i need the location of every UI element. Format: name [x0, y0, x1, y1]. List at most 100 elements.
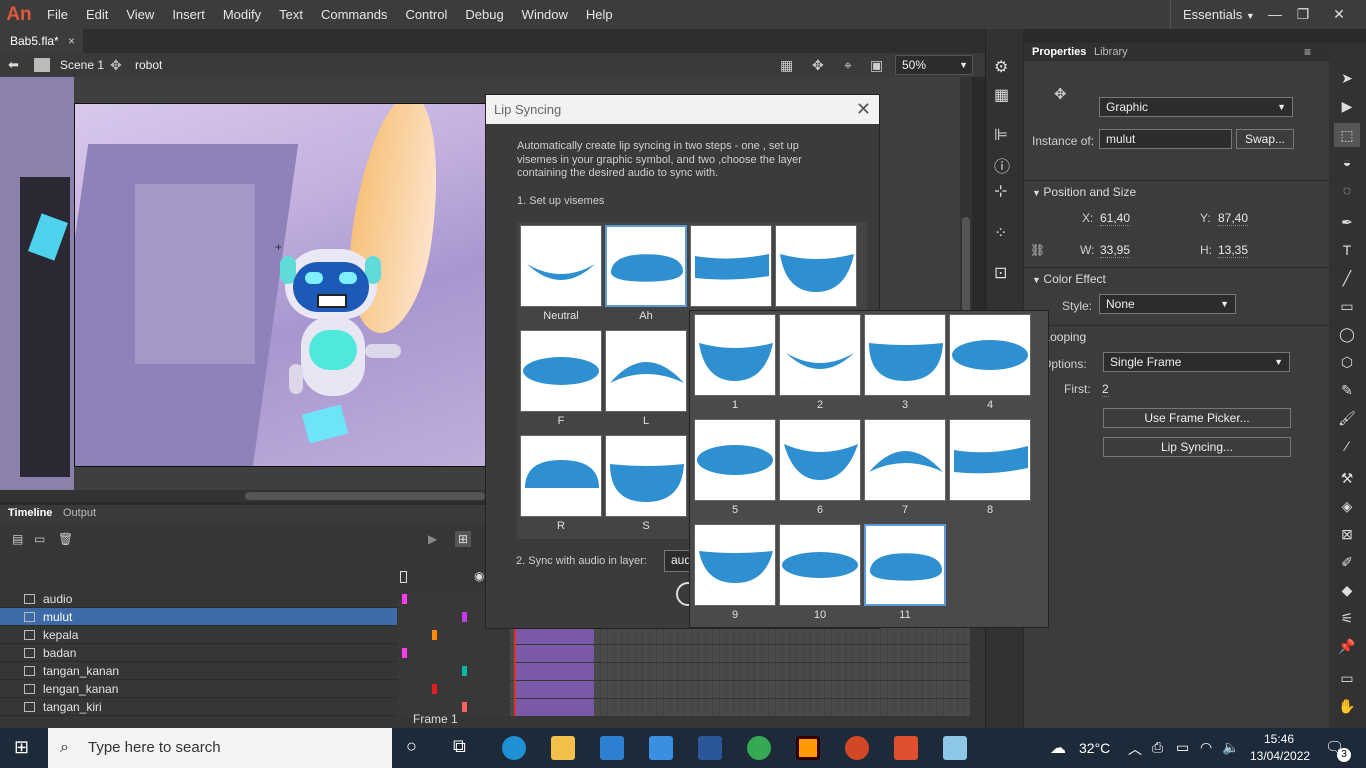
temperature[interactable]: 32°C — [1079, 740, 1110, 756]
windows-start-icon[interactable]: ⊞ — [14, 737, 29, 758]
w-value[interactable]: 33,95 — [1100, 243, 1131, 258]
rectangle-tool-icon[interactable]: ▭ — [1338, 297, 1356, 315]
layer-row-tangan-kanan[interactable]: tangan_kanan — [0, 662, 397, 680]
width-tool-icon[interactable]: ⚟ — [1338, 609, 1356, 627]
volume-icon[interactable]: 🔈 — [1222, 739, 1239, 756]
3d-rotation-tool-icon[interactable]: ◒ — [1338, 153, 1356, 171]
frame-thumb[interactable] — [949, 314, 1031, 396]
eye-icon[interactable]: ◉ — [474, 569, 484, 583]
transform-icon[interactable]: ⊹ — [994, 181, 1007, 201]
viseme-slot[interactable] — [775, 225, 857, 307]
animate-icon[interactable] — [894, 736, 918, 760]
layer-row-badan[interactable]: badan — [0, 644, 397, 662]
stage-hscroll-thumb[interactable] — [245, 492, 485, 500]
clock-time[interactable]: 15:46 — [1264, 732, 1294, 746]
color-effect-header[interactable]: ▼ Color Effect — [1032, 272, 1106, 286]
frame-row[interactable] — [510, 663, 970, 680]
menu-edit[interactable]: Edit — [77, 0, 117, 29]
symbol-type-select[interactable]: Graphic ▼ — [1099, 97, 1293, 117]
store-icon[interactable] — [600, 736, 624, 760]
layer-row-mulut[interactable]: mulut — [0, 608, 397, 626]
new-layer-icon[interactable]: ▤ — [12, 532, 23, 546]
subselection-tool-icon[interactable]: ▶ — [1338, 97, 1356, 115]
brush-tool-icon[interactable]: ⁄ — [1338, 437, 1356, 455]
frame-thumb[interactable] — [694, 524, 776, 606]
menu-insert[interactable]: Insert — [163, 0, 214, 29]
frame-thumb[interactable] — [694, 314, 776, 396]
eraser-tool-icon[interactable]: ◆ — [1338, 581, 1356, 599]
wifi-icon[interactable]: ◠ — [1200, 739, 1212, 756]
close-tab-icon[interactable]: × — [68, 34, 75, 48]
frame-thumb[interactable] — [864, 314, 946, 396]
layer-row-lengan-kanan[interactable]: lengan_kanan — [0, 680, 397, 698]
viseme-s[interactable] — [605, 435, 687, 517]
free-transform-tool-icon[interactable]: ⬚ — [1334, 123, 1360, 147]
file-explorer-icon[interactable] — [551, 736, 575, 760]
link-icon[interactable]: ⛓ — [1030, 243, 1045, 257]
lip-syncing-button[interactable]: Lip Syncing... — [1103, 437, 1291, 457]
frame-thumb[interactable] — [779, 419, 861, 501]
symbol-name[interactable]: robot — [135, 53, 162, 77]
menu-file[interactable]: File — [38, 0, 77, 29]
motion-presets-icon[interactable]: ⚙ — [994, 57, 1008, 77]
bone-tool-icon[interactable]: ⚒ — [1338, 469, 1356, 487]
camera-icon[interactable]: ▶ — [428, 532, 437, 546]
frame-thumb[interactable] — [949, 419, 1031, 501]
frame-thumb[interactable] — [864, 419, 946, 501]
viseme-r[interactable] — [520, 435, 602, 517]
paint-bucket-tool-icon[interactable]: ◈ — [1338, 497, 1356, 515]
edit-scene-icon[interactable]: ▦ — [780, 53, 793, 77]
clock-date[interactable]: 13/04/2022 — [1250, 749, 1310, 763]
pen-tool-icon[interactable]: ✒ — [1338, 213, 1356, 231]
viseme-ah[interactable] — [605, 225, 687, 307]
frame-thumb-selected[interactable] — [864, 524, 946, 606]
workspace-switcher[interactable]: Essentials ▼ — [1170, 0, 1255, 29]
swatches-icon[interactable]: ⁘ — [994, 223, 1007, 243]
edge-icon[interactable] — [502, 736, 526, 760]
menu-help[interactable]: Help — [577, 0, 622, 29]
notepad-icon[interactable] — [943, 736, 967, 760]
line-tool-icon[interactable]: ╱ — [1338, 269, 1356, 287]
menu-view[interactable]: View — [117, 0, 163, 29]
align-icon[interactable]: ⊫ — [994, 125, 1008, 145]
looping-options-select[interactable]: Single Frame ▼ — [1103, 352, 1290, 372]
new-folder-icon[interactable]: ▭ — [34, 532, 45, 546]
tab-output[interactable]: Output — [63, 507, 96, 519]
pencil-tool-icon[interactable]: ✎ — [1338, 381, 1356, 399]
frame-thumb[interactable] — [779, 314, 861, 396]
menu-commands[interactable]: Commands — [312, 0, 396, 29]
menu-debug[interactable]: Debug — [456, 0, 512, 29]
hand-tool-icon[interactable]: ✋ — [1338, 697, 1356, 715]
polystar-tool-icon[interactable]: ⬡ — [1338, 353, 1356, 371]
menu-control[interactable]: Control — [396, 0, 456, 29]
clip-content-icon[interactable]: ▣ — [870, 53, 883, 77]
eyedropper-tool-icon[interactable]: ✐ — [1338, 553, 1356, 571]
trash-icon[interactable]: 🗑 — [58, 532, 73, 546]
close-window-button[interactable]: ✕ — [1322, 0, 1356, 29]
use-frame-picker-button[interactable]: Use Frame Picker... — [1103, 408, 1291, 428]
position-size-header[interactable]: ▼ Position and Size — [1032, 185, 1136, 199]
task-view-icon[interactable]: ⧉ — [453, 736, 466, 757]
close-icon[interactable]: ✕ — [856, 99, 871, 120]
taskbar-search[interactable]: ⌕ Type here to search — [48, 728, 392, 768]
x-value[interactable]: 61,40 — [1100, 211, 1131, 226]
tween-span[interactable] — [514, 645, 594, 662]
playhead[interactable] — [514, 616, 516, 716]
selection-tool-icon[interactable]: ➤ — [1338, 69, 1356, 87]
asset-warp-tool-icon[interactable]: 📌 — [1338, 637, 1356, 655]
viseme-l[interactable] — [605, 330, 687, 412]
viseme-f[interactable] — [520, 330, 602, 412]
tab-properties[interactable]: Properties — [1032, 43, 1086, 61]
info-icon[interactable]: ⓘ — [994, 153, 1010, 177]
paint-brush-tool-icon[interactable]: 🖌 — [1338, 409, 1356, 427]
scene-name[interactable]: Scene 1 — [60, 53, 104, 77]
chevron-up-icon[interactable]: ︿ — [1128, 739, 1142, 759]
edit-symbols-icon[interactable]: ✥ — [812, 53, 824, 77]
style-select[interactable]: None ▼ — [1099, 294, 1236, 314]
back-arrow-icon[interactable]: ⬅ — [8, 53, 19, 77]
components-icon[interactable]: ⊡ — [994, 263, 1007, 283]
menu-text[interactable]: Text — [270, 0, 312, 29]
frame-row[interactable] — [510, 627, 970, 644]
zoom-select[interactable]: 50% ▼ — [895, 55, 973, 75]
h-value[interactable]: 13,35 — [1218, 243, 1249, 258]
